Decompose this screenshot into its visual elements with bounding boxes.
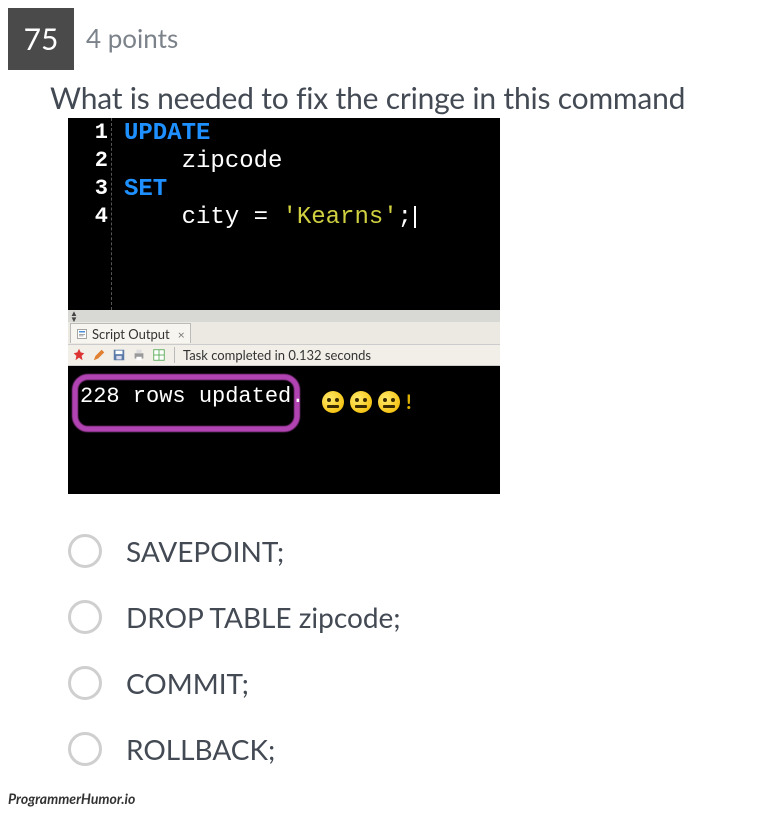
pencil-icon[interactable] xyxy=(92,348,106,362)
question-points: 4 points xyxy=(86,22,178,54)
option-label: SAVEPOINT; xyxy=(126,534,284,568)
grimace-emoji-icon xyxy=(322,391,344,413)
output-tabstrip: Script Output × xyxy=(68,322,500,344)
tab-script-output[interactable]: Script Output × xyxy=(70,323,191,343)
sql-editor: 1 2 3 4 UPDATE zipcode SET city = 'Kearn… xyxy=(68,118,500,310)
answer-option[interactable]: ROLLBACK; xyxy=(68,716,708,782)
radio-unchecked-icon[interactable] xyxy=(68,534,102,568)
radio-unchecked-icon[interactable] xyxy=(68,732,102,766)
code-line: UPDATE xyxy=(124,120,210,147)
output-result-text: 228 rows updated. xyxy=(80,384,304,409)
embedded-screenshot: 1 2 3 4 UPDATE zipcode SET city = 'Kearn… xyxy=(68,118,500,494)
line-number: 1 xyxy=(68,120,108,145)
reaction-row: ! xyxy=(322,390,412,414)
grid-icon[interactable] xyxy=(152,348,166,362)
grimace-emoji-icon xyxy=(378,391,400,413)
toolbar-separator xyxy=(174,347,175,363)
source-watermark: ProgrammerHumor.io xyxy=(8,790,135,807)
code-line: city = 'Kearns'; xyxy=(124,204,416,231)
output-console: 228 rows updated. ! xyxy=(68,366,500,494)
task-status-text: Task completed in 0.132 seconds xyxy=(183,347,371,363)
output-toolbar: Task completed in 0.132 seconds xyxy=(68,344,500,366)
script-icon xyxy=(76,328,88,340)
answer-option[interactable]: DROP TABLE zipcode; xyxy=(68,584,708,650)
question-number-badge: 75 xyxy=(8,8,74,70)
tab-label: Script Output xyxy=(92,326,170,342)
text-cursor xyxy=(414,206,416,228)
pin-icon[interactable] xyxy=(72,348,86,362)
print-icon[interactable] xyxy=(132,348,146,362)
option-label: COMMIT; xyxy=(126,666,249,700)
radio-unchecked-icon[interactable] xyxy=(68,600,102,634)
line-gutter: 1 2 3 4 xyxy=(68,118,112,310)
question-card: 75 4 points What is needed to fix the cr… xyxy=(8,8,776,807)
option-label: ROLLBACK; xyxy=(126,732,275,766)
exclamation-icon: ! xyxy=(406,390,412,414)
option-label: DROP TABLE zipcode; xyxy=(126,600,401,634)
radio-unchecked-icon[interactable] xyxy=(68,666,102,700)
code-line: SET xyxy=(124,176,167,203)
answer-options: SAVEPOINT; DROP TABLE zipcode; COMMIT; R… xyxy=(68,518,708,782)
answer-option[interactable]: COMMIT; xyxy=(68,650,708,716)
line-number: 2 xyxy=(68,148,108,173)
line-number: 4 xyxy=(68,204,108,229)
answer-option[interactable]: SAVEPOINT; xyxy=(68,518,708,584)
splitter-arrows-icon: ▲▼ xyxy=(70,310,78,322)
grimace-emoji-icon xyxy=(350,391,372,413)
question-prompt: What is needed to fix the cringe in this… xyxy=(50,80,685,116)
save-icon[interactable] xyxy=(112,348,126,362)
tab-close-icon[interactable]: × xyxy=(178,327,185,342)
code-line: zipcode xyxy=(124,148,282,175)
line-number: 3 xyxy=(68,176,108,201)
pane-splitter[interactable]: ▲▼ xyxy=(68,310,500,322)
